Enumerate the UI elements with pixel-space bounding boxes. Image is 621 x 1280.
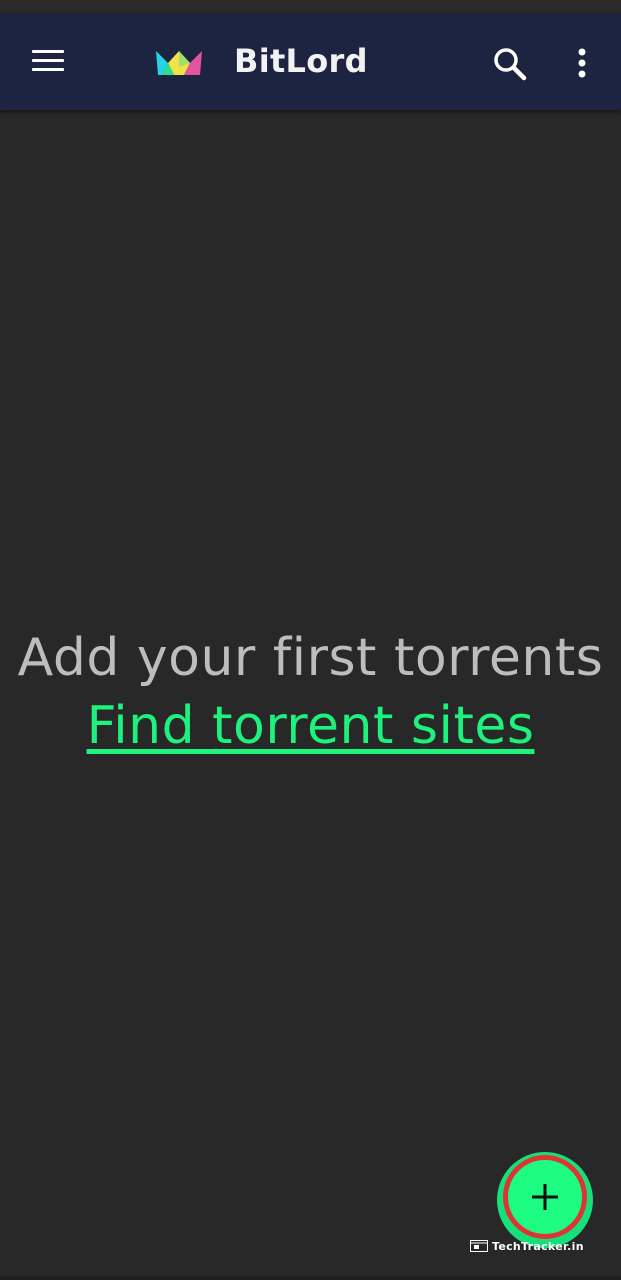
watermark-text: TechTracker.in — [492, 1239, 584, 1253]
empty-state-message: Add your first torrents — [17, 628, 604, 688]
find-torrent-sites-link[interactable]: Find torrent sites — [0, 696, 621, 756]
hamburger-menu-icon[interactable] — [30, 47, 66, 75]
browser-window-icon — [470, 1240, 488, 1252]
status-bar — [0, 0, 621, 14]
bottom-edge — [0, 1276, 621, 1280]
app-bar: BitLord — [0, 14, 621, 110]
add-torrent-button[interactable] — [503, 1155, 587, 1239]
app-title: BitLord — [234, 42, 368, 80]
search-icon[interactable] — [490, 44, 530, 84]
crown-logo-icon — [156, 51, 202, 75]
watermark: TechTracker.in — [470, 1238, 584, 1254]
plus-icon — [532, 1184, 558, 1210]
more-vertical-icon[interactable] — [566, 44, 598, 84]
